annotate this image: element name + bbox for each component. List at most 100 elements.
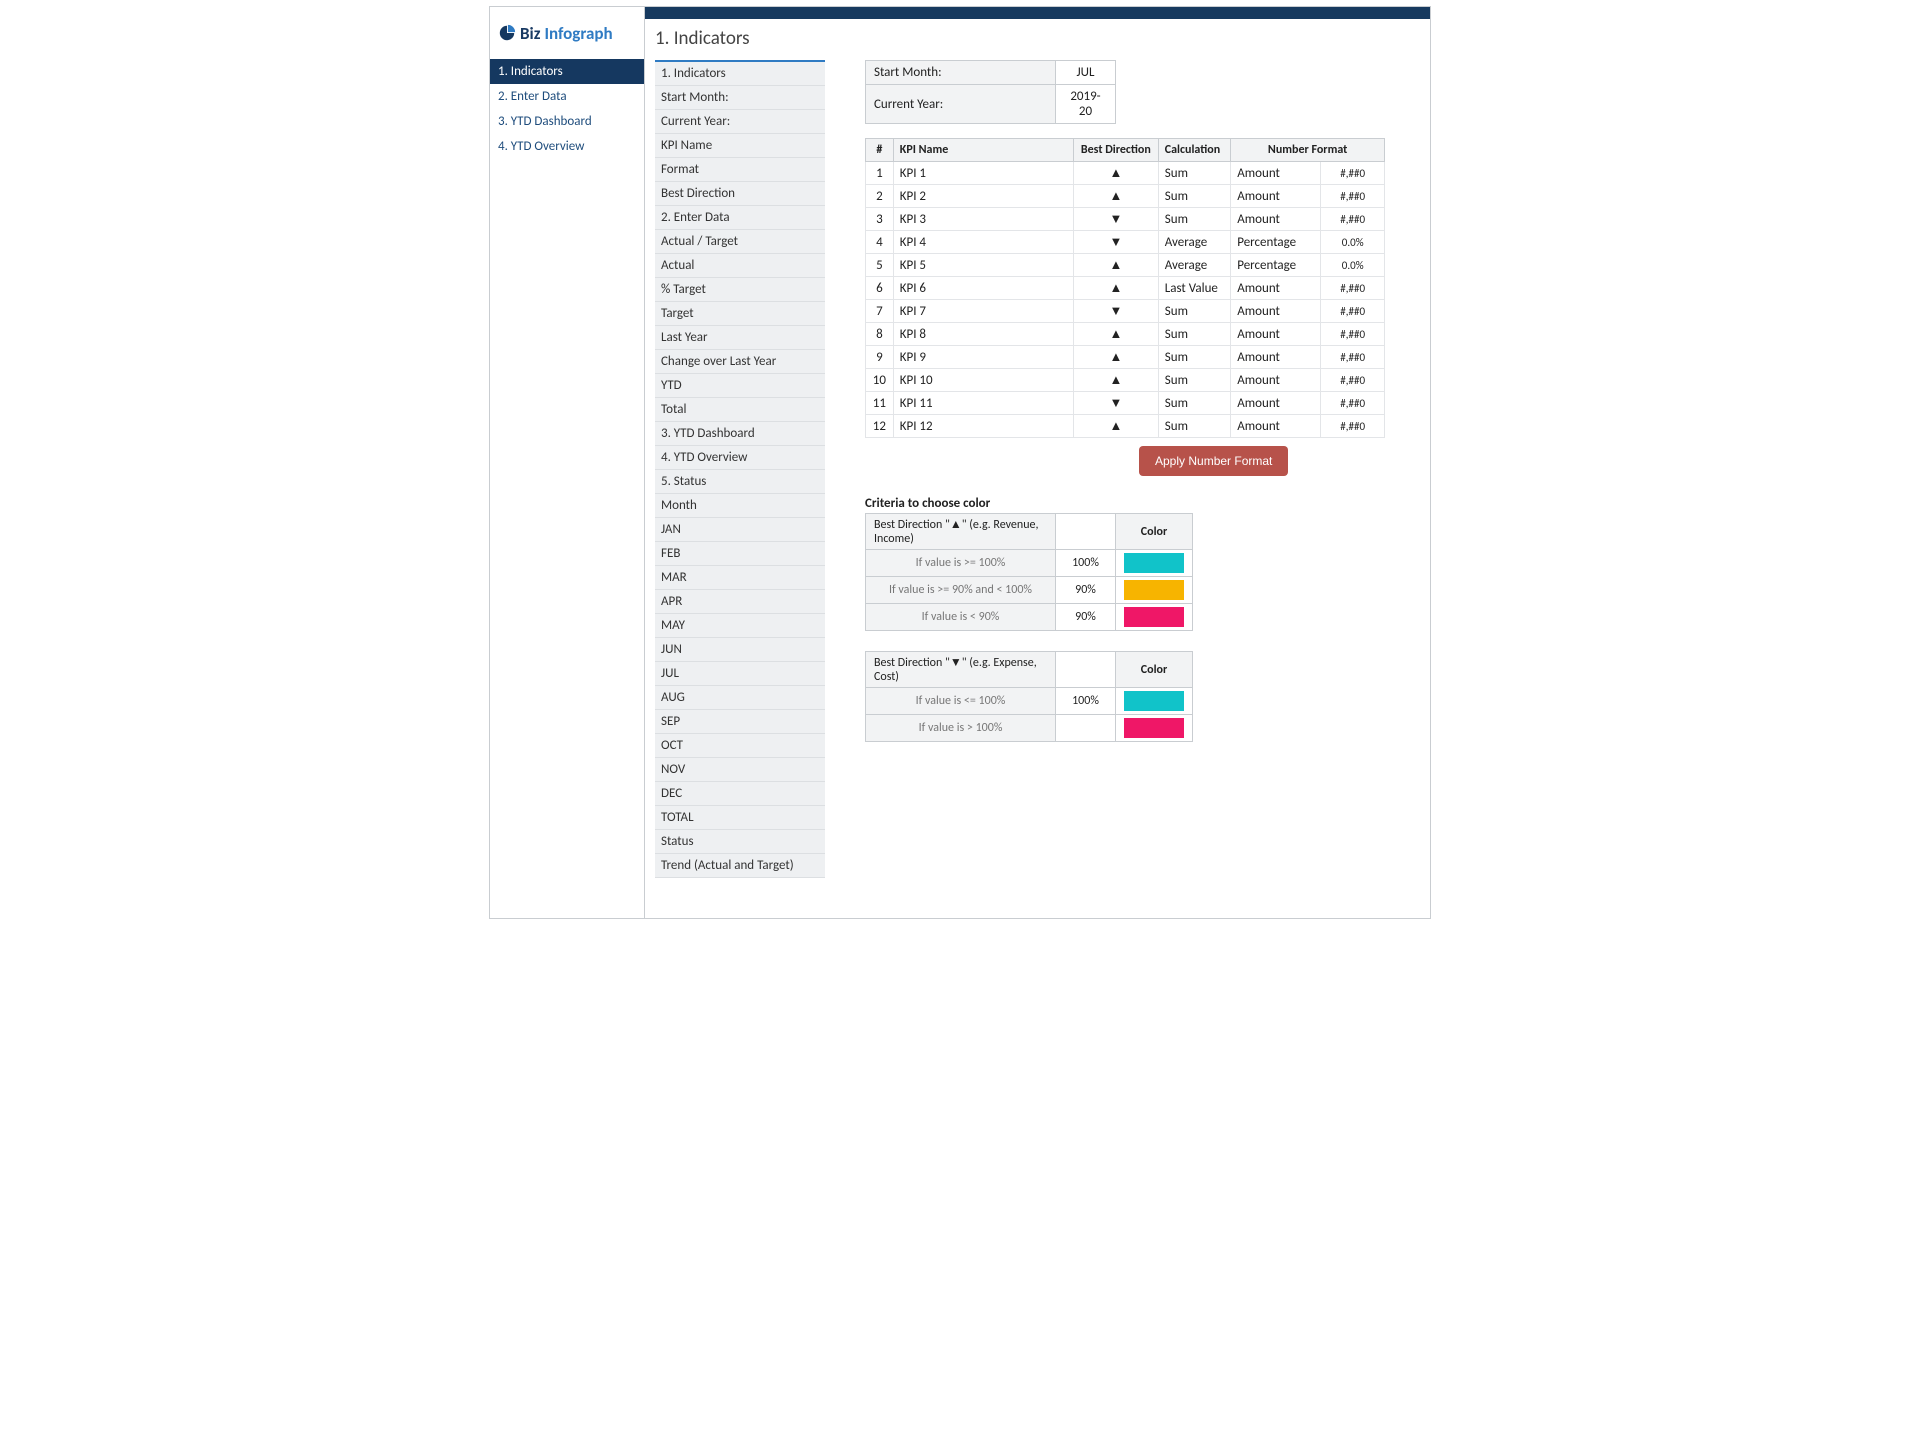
kpi-direction-cell[interactable]: ▼ — [1073, 231, 1158, 254]
subnav-item-6[interactable]: 2. Enter Data — [655, 206, 825, 230]
kpi-fmt-type-cell[interactable]: Amount — [1231, 185, 1321, 208]
subnav-item-10[interactable]: Target — [655, 302, 825, 326]
kpi-fmt-type-cell[interactable]: Amount — [1231, 346, 1321, 369]
subnav-item-21[interactable]: MAR — [655, 566, 825, 590]
kpi-fmt-type-cell[interactable]: Amount — [1231, 300, 1321, 323]
kpi-row: 8KPI 8▲SumAmount#,##0 — [866, 323, 1385, 346]
kpi-calc-cell[interactable]: Sum — [1158, 415, 1230, 438]
criteria-val[interactable]: 90% — [1056, 577, 1116, 604]
kpi-name-cell[interactable]: KPI 10 — [893, 369, 1073, 392]
brand-logo: Biz Infograph — [490, 7, 644, 59]
criteria-val[interactable]: 100% — [1056, 688, 1116, 715]
kpi-calc-cell[interactable]: Sum — [1158, 300, 1230, 323]
page-title: 1. Indicators — [645, 19, 1430, 60]
start-month-value[interactable]: JUL — [1056, 61, 1116, 85]
kpi-calc-cell[interactable]: Sum — [1158, 346, 1230, 369]
subnav-item-33[interactable]: Trend (Actual and Target) — [655, 854, 825, 878]
subnav-item-25[interactable]: JUL — [655, 662, 825, 686]
subnav-item-11[interactable]: Last Year — [655, 326, 825, 350]
kpi-name-cell[interactable]: KPI 4 — [893, 231, 1073, 254]
subnav-item-27[interactable]: SEP — [655, 710, 825, 734]
subnav-item-32[interactable]: Status — [655, 830, 825, 854]
criteria-cond: If value is >= 90% and < 100% — [866, 577, 1056, 604]
subnav-item-22[interactable]: APR — [655, 590, 825, 614]
subnav-item-31[interactable]: TOTAL — [655, 806, 825, 830]
kpi-fmt-type-cell[interactable]: Percentage — [1231, 254, 1321, 277]
kpi-name-cell[interactable]: KPI 11 — [893, 392, 1073, 415]
kpi-direction-cell[interactable]: ▲ — [1073, 254, 1158, 277]
subnav-item-12[interactable]: Change over Last Year — [655, 350, 825, 374]
subnav-item-0[interactable]: 1. Indicators — [655, 62, 825, 86]
kpi-direction-cell[interactable]: ▲ — [1073, 323, 1158, 346]
subnav-item-16[interactable]: 4. YTD Overview — [655, 446, 825, 470]
subnav-item-9[interactable]: % Target — [655, 278, 825, 302]
subnav-item-29[interactable]: NOV — [655, 758, 825, 782]
kpi-direction-cell[interactable]: ▲ — [1073, 415, 1158, 438]
subnav-item-15[interactable]: 3. YTD Dashboard — [655, 422, 825, 446]
kpi-direction-cell[interactable]: ▲ — [1073, 277, 1158, 300]
subnav-item-24[interactable]: JUN — [655, 638, 825, 662]
kpi-fmt-type-cell[interactable]: Amount — [1231, 369, 1321, 392]
kpi-direction-cell[interactable]: ▼ — [1073, 392, 1158, 415]
kpi-direction-cell[interactable]: ▲ — [1073, 162, 1158, 185]
subnav-item-2[interactable]: Current Year: — [655, 110, 825, 134]
kpi-row: 1KPI 1▲SumAmount#,##0 — [866, 162, 1385, 185]
subnav-item-28[interactable]: OCT — [655, 734, 825, 758]
subnav-item-13[interactable]: YTD — [655, 374, 825, 398]
apply-number-format-button[interactable]: Apply Number Format — [1139, 446, 1288, 476]
kpi-direction-cell[interactable]: ▲ — [1073, 369, 1158, 392]
kpi-name-cell[interactable]: KPI 6 — [893, 277, 1073, 300]
kpi-fmt-type-cell[interactable]: Amount — [1231, 162, 1321, 185]
kpi-calc-cell[interactable]: Sum — [1158, 162, 1230, 185]
kpi-fmt-type-cell[interactable]: Amount — [1231, 415, 1321, 438]
kpi-calc-cell[interactable]: Last Value — [1158, 277, 1230, 300]
subnav-item-23[interactable]: MAY — [655, 614, 825, 638]
subnav-item-3[interactable]: KPI Name — [655, 134, 825, 158]
kpi-calc-cell[interactable]: Sum — [1158, 208, 1230, 231]
criteria-val[interactable]: 100% — [1056, 550, 1116, 577]
kpi-direction-cell[interactable]: ▼ — [1073, 300, 1158, 323]
sidebar-item-3[interactable]: 4. YTD Overview — [490, 134, 644, 159]
kpi-calc-cell[interactable]: Sum — [1158, 369, 1230, 392]
criteria-val[interactable] — [1056, 715, 1116, 742]
kpi-calc-cell[interactable]: Sum — [1158, 323, 1230, 346]
subnav-item-30[interactable]: DEC — [655, 782, 825, 806]
subnav-item-19[interactable]: JAN — [655, 518, 825, 542]
kpi-calc-cell[interactable]: Sum — [1158, 185, 1230, 208]
kpi-name-cell[interactable]: KPI 5 — [893, 254, 1073, 277]
kpi-fmt-type-cell[interactable]: Amount — [1231, 392, 1321, 415]
subnav-item-14[interactable]: Total — [655, 398, 825, 422]
subnav-item-7[interactable]: Actual / Target — [655, 230, 825, 254]
kpi-name-cell[interactable]: KPI 3 — [893, 208, 1073, 231]
sidebar-item-0[interactable]: 1. Indicators — [490, 59, 644, 84]
subnav-item-5[interactable]: Best Direction — [655, 182, 825, 206]
kpi-calc-cell[interactable]: Average — [1158, 254, 1230, 277]
kpi-fmt-type-cell[interactable]: Amount — [1231, 208, 1321, 231]
kpi-name-cell[interactable]: KPI 7 — [893, 300, 1073, 323]
sidebar-item-2[interactable]: 3. YTD Dashboard — [490, 109, 644, 134]
start-month-label: Start Month: — [866, 61, 1056, 85]
subnav-item-17[interactable]: 5. Status — [655, 470, 825, 494]
kpi-direction-cell[interactable]: ▲ — [1073, 346, 1158, 369]
kpi-name-cell[interactable]: KPI 9 — [893, 346, 1073, 369]
kpi-direction-cell[interactable]: ▲ — [1073, 185, 1158, 208]
kpi-name-cell[interactable]: KPI 1 — [893, 162, 1073, 185]
kpi-fmt-type-cell[interactable]: Amount — [1231, 277, 1321, 300]
kpi-fmt-type-cell[interactable]: Amount — [1231, 323, 1321, 346]
subnav-item-18[interactable]: Month — [655, 494, 825, 518]
current-year-value[interactable]: 2019-20 — [1056, 85, 1116, 124]
kpi-name-cell[interactable]: KPI 12 — [893, 415, 1073, 438]
subnav-item-26[interactable]: AUG — [655, 686, 825, 710]
sidebar-item-1[interactable]: 2. Enter Data — [490, 84, 644, 109]
subnav-item-20[interactable]: FEB — [655, 542, 825, 566]
kpi-calc-cell[interactable]: Average — [1158, 231, 1230, 254]
kpi-name-cell[interactable]: KPI 2 — [893, 185, 1073, 208]
subnav-item-8[interactable]: Actual — [655, 254, 825, 278]
subnav-item-4[interactable]: Format — [655, 158, 825, 182]
kpi-name-cell[interactable]: KPI 8 — [893, 323, 1073, 346]
kpi-calc-cell[interactable]: Sum — [1158, 392, 1230, 415]
criteria-val[interactable]: 90% — [1056, 604, 1116, 631]
kpi-fmt-type-cell[interactable]: Percentage — [1231, 231, 1321, 254]
subnav-item-1[interactable]: Start Month: — [655, 86, 825, 110]
kpi-direction-cell[interactable]: ▼ — [1073, 208, 1158, 231]
